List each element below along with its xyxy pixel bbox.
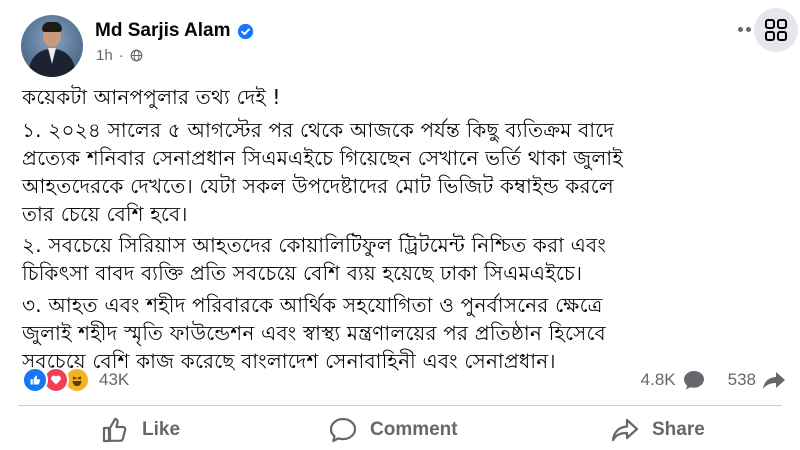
author-name-text[interactable]: Md Sarjis Alam [95,20,231,42]
author-name[interactable]: Md Sarjis Alam [95,20,254,42]
share-count-icon [763,372,785,389]
share-label[interactable]: Share [652,419,705,441]
like-button[interactable]: Like [100,412,180,448]
verified-badge-icon [237,23,253,39]
like-label[interactable]: Like [142,419,180,441]
post-line: ২. সবচেয়ে সিরিয়াস আহতদের কোয়ালিটিফুল … [22,233,606,257]
post-line: ১. ২০২৪ সালের ৫ আগস্টের পর থেকে আজকে পর্… [22,118,615,142]
share-count[interactable]: 538 [728,370,756,390]
post-line: ৩. আহত এবং শহীদ পরিবারকে আর্থিক সহযোগিতা… [22,293,603,317]
post-stats: 4.8K 538 [641,369,786,391]
action-bar: Like Comment Share [0,412,800,448]
post-line: চিকিৎসা বাবদ ব্যক্তি প্রতি সবচেয়ে বেশি … [22,261,583,285]
globe-icon [130,49,143,62]
like-reaction-icon [22,367,48,393]
post-line: কয়েকটা আনপপুলার তথ্য দেই ! [22,85,281,109]
menu-grid-icon[interactable] [754,8,798,52]
comment-icon [329,417,357,443]
post-time[interactable]: 1h [96,47,113,64]
post-line: আহতদেরকে দেখতে। যেটা সকল উপদেষ্টাদের মোট… [22,174,614,198]
like-icon [102,417,127,443]
actions-divider [18,405,782,406]
share-button[interactable]: Share [610,412,705,448]
comment-button[interactable]: Comment [328,412,458,448]
facebook-post: Md Sarjis Alam 1h · কয়েকটা আনপপুলার তথ্… [0,0,800,450]
post-line: প্রত্যেক শনিবার সেনাপ্রধান সিএমএইচে গিয়… [22,146,623,170]
post-meta: 1h · [96,47,143,64]
comment-count[interactable]: 4.8K [641,370,676,390]
reactions-summary[interactable]: 43K [22,367,129,393]
avatar[interactable] [21,15,83,77]
share-icon [611,418,639,442]
comment-label[interactable]: Comment [370,419,458,441]
post-line: তার চেয়ে বেশি হবে। [22,202,188,226]
reaction-count[interactable]: 43K [99,370,129,390]
meta-separator: · [118,47,124,64]
post-line: জুলাই শহীদ স্মৃতি ফাউন্ডেশন এবং স্বাস্থ্… [22,321,606,345]
comment-count-icon [683,371,704,390]
